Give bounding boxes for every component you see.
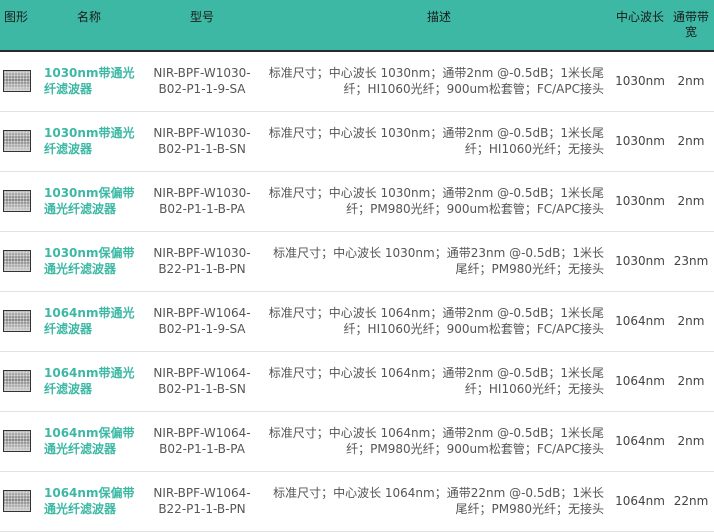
filter-thumbnail-icon[interactable]	[3, 190, 31, 212]
product-wavelength: 1064nm	[612, 351, 668, 412]
filter-thumbnail-icon[interactable]	[3, 70, 31, 93]
product-wavelength: 1030nm	[612, 171, 668, 232]
product-name-link[interactable]: 1030nm保偏带通光纤滤波器	[42, 245, 136, 277]
product-model: NIR-BPF-W1030-B02-P1-1-B-PA	[138, 171, 266, 232]
table-header: 图形 名称 型号 描述 中心波长 通带带宽	[0, 0, 714, 52]
table-row: 1064nm保偏带通光纤滤波器 NIR-BPF-W1064-B02-P1-1-B…	[0, 411, 714, 472]
filter-thumbnail-icon[interactable]	[3, 130, 31, 152]
table-body: 1030nm带通光纤滤波器 NIR-BPF-W1030-B02-P1-1-9-S…	[0, 51, 714, 532]
filter-thumbnail-icon[interactable]	[3, 490, 31, 512]
product-model: NIR-BPF-W1030-B02-P1-1-9-SA	[138, 51, 266, 112]
product-bandwidth: 2nm	[668, 111, 714, 172]
product-wavelength: 1030nm	[612, 51, 668, 112]
product-description: 标准尺寸；中心波长 1064nm；通带2nm @-0.5dB；1米长尾纤；HI1…	[266, 291, 612, 352]
product-name-link[interactable]: 1064nm保偏带通光纤滤波器	[42, 485, 136, 517]
product-description: 标准尺寸；中心波长 1030nm；通带2nm @-0.5dB；1米长尾纤；PM9…	[266, 171, 612, 232]
product-bandwidth: 2nm	[668, 51, 714, 112]
header-center-wavelength: 中心波长	[612, 0, 668, 52]
product-model: NIR-BPF-W1064-B22-P1-1-B-PN	[138, 471, 266, 532]
product-name-link[interactable]: 1064nm保偏带通光纤滤波器	[42, 425, 136, 457]
table-row: 1030nm保偏带通光纤滤波器 NIR-BPF-W1030-B22-P1-1-B…	[0, 231, 714, 292]
product-bandwidth: 2nm	[668, 291, 714, 352]
product-bandwidth: 23nm	[668, 231, 714, 292]
product-description: 标准尺寸；中心波长 1030nm；通带2nm @-0.5dB；1米长尾纤；HI1…	[266, 111, 612, 172]
table-row: 1030nm带通光纤滤波器 NIR-BPF-W1030-B02-P1-1-B-S…	[0, 111, 714, 172]
header-bandwidth: 通带带宽	[668, 0, 714, 52]
product-bandwidth: 22nm	[668, 471, 714, 532]
product-wavelength: 1064nm	[612, 411, 668, 472]
filter-thumbnail-icon[interactable]	[3, 370, 31, 392]
product-description: 标准尺寸；中心波长 1030nm；通带2nm @-0.5dB；1米长尾纤；HI1…	[266, 51, 612, 112]
product-bandwidth: 2nm	[668, 411, 714, 472]
header-model: 型号	[138, 0, 266, 52]
header-name: 名称	[40, 0, 138, 52]
filter-thumbnail-icon[interactable]	[3, 430, 31, 452]
product-model: NIR-BPF-W1064-B02-P1-1-B-SN	[138, 351, 266, 412]
filter-thumbnail-icon[interactable]	[3, 250, 31, 272]
product-bandwidth: 2nm	[668, 171, 714, 232]
table-row: 1064nm保偏带通光纤滤波器 NIR-BPF-W1064-B22-P1-1-B…	[0, 471, 714, 532]
product-description: 标准尺寸；中心波长 1064nm；通带22nm @-0.5dB；1米长尾纤；PM…	[266, 471, 612, 532]
product-description: 标准尺寸；中心波长 1064nm；通带2nm @-0.5dB；1米长尾纤；HI1…	[266, 351, 612, 412]
table-row: 1030nm带通光纤滤波器 NIR-BPF-W1030-B02-P1-1-9-S…	[0, 51, 714, 112]
product-table: 图形 名称 型号 描述 中心波长 通带带宽 1030nm带通光纤滤波器 NIR-…	[0, 0, 714, 532]
product-name-link[interactable]: 1030nm带通光纤滤波器	[42, 65, 136, 97]
product-model: NIR-BPF-W1064-B02-P1-1-B-PA	[138, 411, 266, 472]
header-description: 描述	[266, 0, 612, 52]
product-model: NIR-BPF-W1030-B22-P1-1-B-PN	[138, 231, 266, 292]
filter-thumbnail-icon[interactable]	[3, 310, 31, 332]
product-wavelength: 1064nm	[612, 291, 668, 352]
product-model: NIR-BPF-W1064-B02-P1-1-9-SA	[138, 291, 266, 352]
header-image: 图形	[0, 0, 40, 52]
product-description: 标准尺寸；中心波长 1030nm；通带23nm @-0.5dB；1米长尾纤；PM…	[266, 231, 612, 292]
product-wavelength: 1064nm	[612, 471, 668, 532]
table-row: 1064nm带通光纤滤波器 NIR-BPF-W1064-B02-P1-1-B-S…	[0, 351, 714, 412]
product-name-link[interactable]: 1064nm带通光纤滤波器	[42, 365, 136, 397]
product-name-link[interactable]: 1030nm带通光纤滤波器	[42, 125, 136, 157]
table-row: 1030nm保偏带通光纤滤波器 NIR-BPF-W1030-B02-P1-1-B…	[0, 171, 714, 232]
product-name-link[interactable]: 1030nm保偏带通光纤滤波器	[42, 185, 136, 217]
product-description: 标准尺寸；中心波长 1064nm；通带2nm @-0.5dB；1米长尾纤；PM9…	[266, 411, 612, 472]
product-bandwidth: 2nm	[668, 351, 714, 412]
product-model: NIR-BPF-W1030-B02-P1-1-B-SN	[138, 111, 266, 172]
table-row: 1064nm带通光纤滤波器 NIR-BPF-W1064-B02-P1-1-9-S…	[0, 291, 714, 352]
product-wavelength: 1030nm	[612, 231, 668, 292]
product-wavelength: 1030nm	[612, 111, 668, 172]
product-name-link[interactable]: 1064nm带通光纤滤波器	[42, 305, 136, 337]
